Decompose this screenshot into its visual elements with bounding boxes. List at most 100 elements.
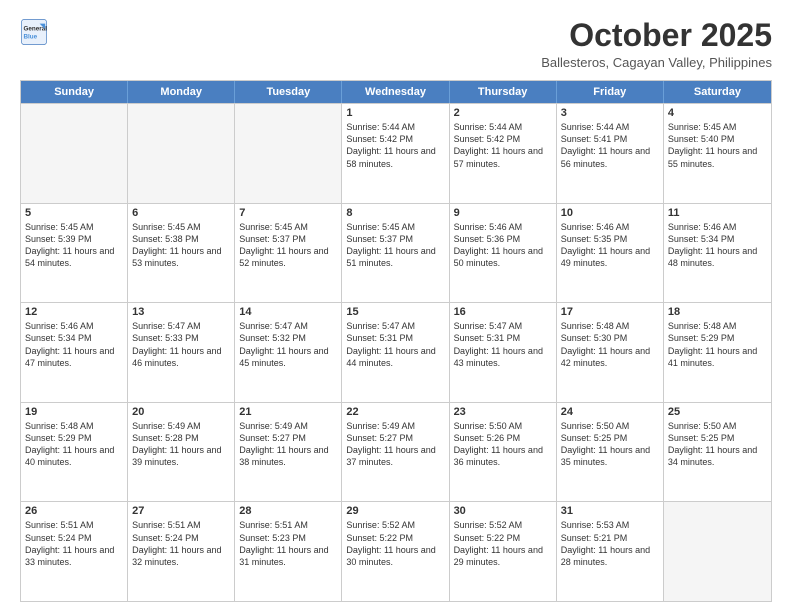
subtitle: Ballesteros, Cagayan Valley, Philippines xyxy=(541,55,772,70)
calendar: SundayMondayTuesdayWednesdayThursdayFrid… xyxy=(20,80,772,602)
calendar-cell: 7Sunrise: 5:45 AMSunset: 5:37 PMDaylight… xyxy=(235,204,342,303)
calendar-cell: 24Sunrise: 5:50 AMSunset: 5:25 PMDayligh… xyxy=(557,403,664,502)
calendar-cell: 2Sunrise: 5:44 AMSunset: 5:42 PMDaylight… xyxy=(450,104,557,203)
day-number: 11 xyxy=(668,207,767,219)
day-number: 31 xyxy=(561,505,659,517)
day-number: 19 xyxy=(25,406,123,418)
calendar-cell: 8Sunrise: 5:45 AMSunset: 5:37 PMDaylight… xyxy=(342,204,449,303)
cal-header-day: Saturday xyxy=(664,81,771,103)
day-number: 18 xyxy=(668,306,767,318)
cell-info: Sunrise: 5:47 AMSunset: 5:31 PMDaylight:… xyxy=(454,320,552,369)
calendar-cell: 3 Sunrise: 5:44 AMSunset: 5:41 PMDaylight… xyxy=(557,104,664,203)
cell-info: Sunrise: 5:52 AMSunset: 5:22 PMDaylight:… xyxy=(454,519,552,568)
day-number: 8 xyxy=(346,207,444,219)
cell-info: Sunrise: 5:46 AMSunset: 5:35 PMDaylight:… xyxy=(561,221,659,270)
cell-info: Sunrise: 5:48 AMSunset: 5:29 PMDaylight:… xyxy=(25,420,123,469)
calendar-week-row: 5 Sunrise: 5:45 AMSunset: 5:39 PMDaylight… xyxy=(21,203,771,303)
calendar-cell: 14Sunrise: 5:47 AMSunset: 5:32 PMDayligh… xyxy=(235,303,342,402)
cell-info: Sunrise: 5:44 AMSunset: 5:41 PMDaylight:… xyxy=(561,121,659,170)
calendar-week-row: 26 Sunrise: 5:51 AMSunset: 5:24 PMDayligh… xyxy=(21,501,771,601)
cell-info: Sunrise: 5:46 AMSunset: 5:34 PMDaylight:… xyxy=(668,221,767,270)
calendar-week-row: 1Sunrise: 5:44 AMSunset: 5:42 PMDaylight… xyxy=(21,103,771,203)
cal-header-day: Friday xyxy=(557,81,664,103)
day-number: 17 xyxy=(561,306,659,318)
cal-header-day: Monday xyxy=(128,81,235,103)
day-number: 5 xyxy=(25,207,123,219)
day-number: 25 xyxy=(668,406,767,418)
cell-info: Sunrise: 5:47 AMSunset: 5:31 PMDaylight:… xyxy=(346,320,444,369)
svg-text:Blue: Blue xyxy=(24,33,38,40)
calendar-cell: 20 Sunrise: 5:49 AMSunset: 5:28 PMDayligh… xyxy=(128,403,235,502)
day-number: 9 xyxy=(454,207,552,219)
cell-info: Sunrise: 5:49 AMSunset: 5:27 PMDaylight:… xyxy=(239,420,337,469)
header: General Blue October 2025 Ballesteros, C… xyxy=(20,18,772,70)
calendar-cell xyxy=(128,104,235,203)
day-number: 28 xyxy=(239,505,337,517)
day-number: 1 xyxy=(346,107,444,119)
day-number: 7 xyxy=(239,207,337,219)
logo: General Blue xyxy=(20,18,48,46)
calendar-header: SundayMondayTuesdayWednesdayThursdayFrid… xyxy=(21,81,771,103)
calendar-cell xyxy=(21,104,128,203)
calendar-cell: 21 Sunrise: 5:49 AMSunset: 5:27 PMDayligh… xyxy=(235,403,342,502)
day-number: 24 xyxy=(561,406,659,418)
cell-info: Sunrise: 5:53 AMSunset: 5:21 PMDaylight:… xyxy=(561,519,659,568)
calendar-cell: 5 Sunrise: 5:45 AMSunset: 5:39 PMDaylight… xyxy=(21,204,128,303)
cell-info: Sunrise: 5:51 AMSunset: 5:24 PMDaylight:… xyxy=(132,519,230,568)
cell-info: Sunrise: 5:45 AMSunset: 5:39 PMDaylight:… xyxy=(25,221,123,270)
day-number: 15 xyxy=(346,306,444,318)
page: General Blue October 2025 Ballesteros, C… xyxy=(0,0,792,612)
cal-header-day: Sunday xyxy=(21,81,128,103)
calendar-cell: 10 Sunrise: 5:46 AMSunset: 5:35 PMDayligh… xyxy=(557,204,664,303)
calendar-cell xyxy=(235,104,342,203)
day-number: 21 xyxy=(239,406,337,418)
calendar-cell: 15 Sunrise: 5:47 AMSunset: 5:31 PMDayligh… xyxy=(342,303,449,402)
calendar-week-row: 19 Sunrise: 5:48 AMSunset: 5:29 PMDayligh… xyxy=(21,402,771,502)
day-number: 3 xyxy=(561,107,659,119)
calendar-cell: 31 Sunrise: 5:53 AMSunset: 5:21 PMDayligh… xyxy=(557,502,664,601)
day-number: 23 xyxy=(454,406,552,418)
calendar-cell: 25Sunrise: 5:50 AMSunset: 5:25 PMDayligh… xyxy=(664,403,771,502)
cell-info: Sunrise: 5:46 AMSunset: 5:34 PMDaylight:… xyxy=(25,320,123,369)
cell-info: Sunrise: 5:51 AMSunset: 5:24 PMDaylight:… xyxy=(25,519,123,568)
calendar-week-row: 12Sunrise: 5:46 AMSunset: 5:34 PMDayligh… xyxy=(21,302,771,402)
day-number: 27 xyxy=(132,505,230,517)
cell-info: Sunrise: 5:45 AMSunset: 5:38 PMDaylight:… xyxy=(132,221,230,270)
calendar-cell: 6 Sunrise: 5:45 AMSunset: 5:38 PMDaylight… xyxy=(128,204,235,303)
day-number: 10 xyxy=(561,207,659,219)
day-number: 16 xyxy=(454,306,552,318)
calendar-cell: 30Sunrise: 5:52 AMSunset: 5:22 PMDayligh… xyxy=(450,502,557,601)
day-number: 13 xyxy=(132,306,230,318)
calendar-cell: 4Sunrise: 5:45 AMSunset: 5:40 PMDaylight… xyxy=(664,104,771,203)
day-number: 29 xyxy=(346,505,444,517)
title-block: October 2025 Ballesteros, Cagayan Valley… xyxy=(541,18,772,70)
month-title: October 2025 xyxy=(541,18,772,53)
day-number: 2 xyxy=(454,107,552,119)
cell-info: Sunrise: 5:48 AMSunset: 5:30 PMDaylight:… xyxy=(561,320,659,369)
cell-info: Sunrise: 5:49 AMSunset: 5:27 PMDaylight:… xyxy=(346,420,444,469)
cell-info: Sunrise: 5:46 AMSunset: 5:36 PMDaylight:… xyxy=(454,221,552,270)
calendar-cell: 9 Sunrise: 5:46 AMSunset: 5:36 PMDaylight… xyxy=(450,204,557,303)
calendar-cell: 12Sunrise: 5:46 AMSunset: 5:34 PMDayligh… xyxy=(21,303,128,402)
cell-info: Sunrise: 5:50 AMSunset: 5:26 PMDaylight:… xyxy=(454,420,552,469)
calendar-cell: 28 Sunrise: 5:51 AMSunset: 5:23 PMDayligh… xyxy=(235,502,342,601)
cal-header-day: Tuesday xyxy=(235,81,342,103)
day-number: 26 xyxy=(25,505,123,517)
calendar-cell: 26 Sunrise: 5:51 AMSunset: 5:24 PMDayligh… xyxy=(21,502,128,601)
cell-info: Sunrise: 5:51 AMSunset: 5:23 PMDaylight:… xyxy=(239,519,337,568)
day-number: 6 xyxy=(132,207,230,219)
logo-icon: General Blue xyxy=(20,18,48,46)
day-number: 20 xyxy=(132,406,230,418)
calendar-cell: 18Sunrise: 5:48 AMSunset: 5:29 PMDayligh… xyxy=(664,303,771,402)
cell-info: Sunrise: 5:52 AMSunset: 5:22 PMDaylight:… xyxy=(346,519,444,568)
day-number: 4 xyxy=(668,107,767,119)
calendar-cell: 11 Sunrise: 5:46 AMSunset: 5:34 PMDayligh… xyxy=(664,204,771,303)
cal-header-day: Thursday xyxy=(450,81,557,103)
cell-info: Sunrise: 5:47 AMSunset: 5:32 PMDaylight:… xyxy=(239,320,337,369)
cell-info: Sunrise: 5:47 AMSunset: 5:33 PMDaylight:… xyxy=(132,320,230,369)
calendar-cell: 22Sunrise: 5:49 AMSunset: 5:27 PMDayligh… xyxy=(342,403,449,502)
calendar-cell: 16 Sunrise: 5:47 AMSunset: 5:31 PMDayligh… xyxy=(450,303,557,402)
calendar-cell: 19 Sunrise: 5:48 AMSunset: 5:29 PMDayligh… xyxy=(21,403,128,502)
calendar-cell: 23 Sunrise: 5:50 AMSunset: 5:26 PMDayligh… xyxy=(450,403,557,502)
cell-info: Sunrise: 5:49 AMSunset: 5:28 PMDaylight:… xyxy=(132,420,230,469)
